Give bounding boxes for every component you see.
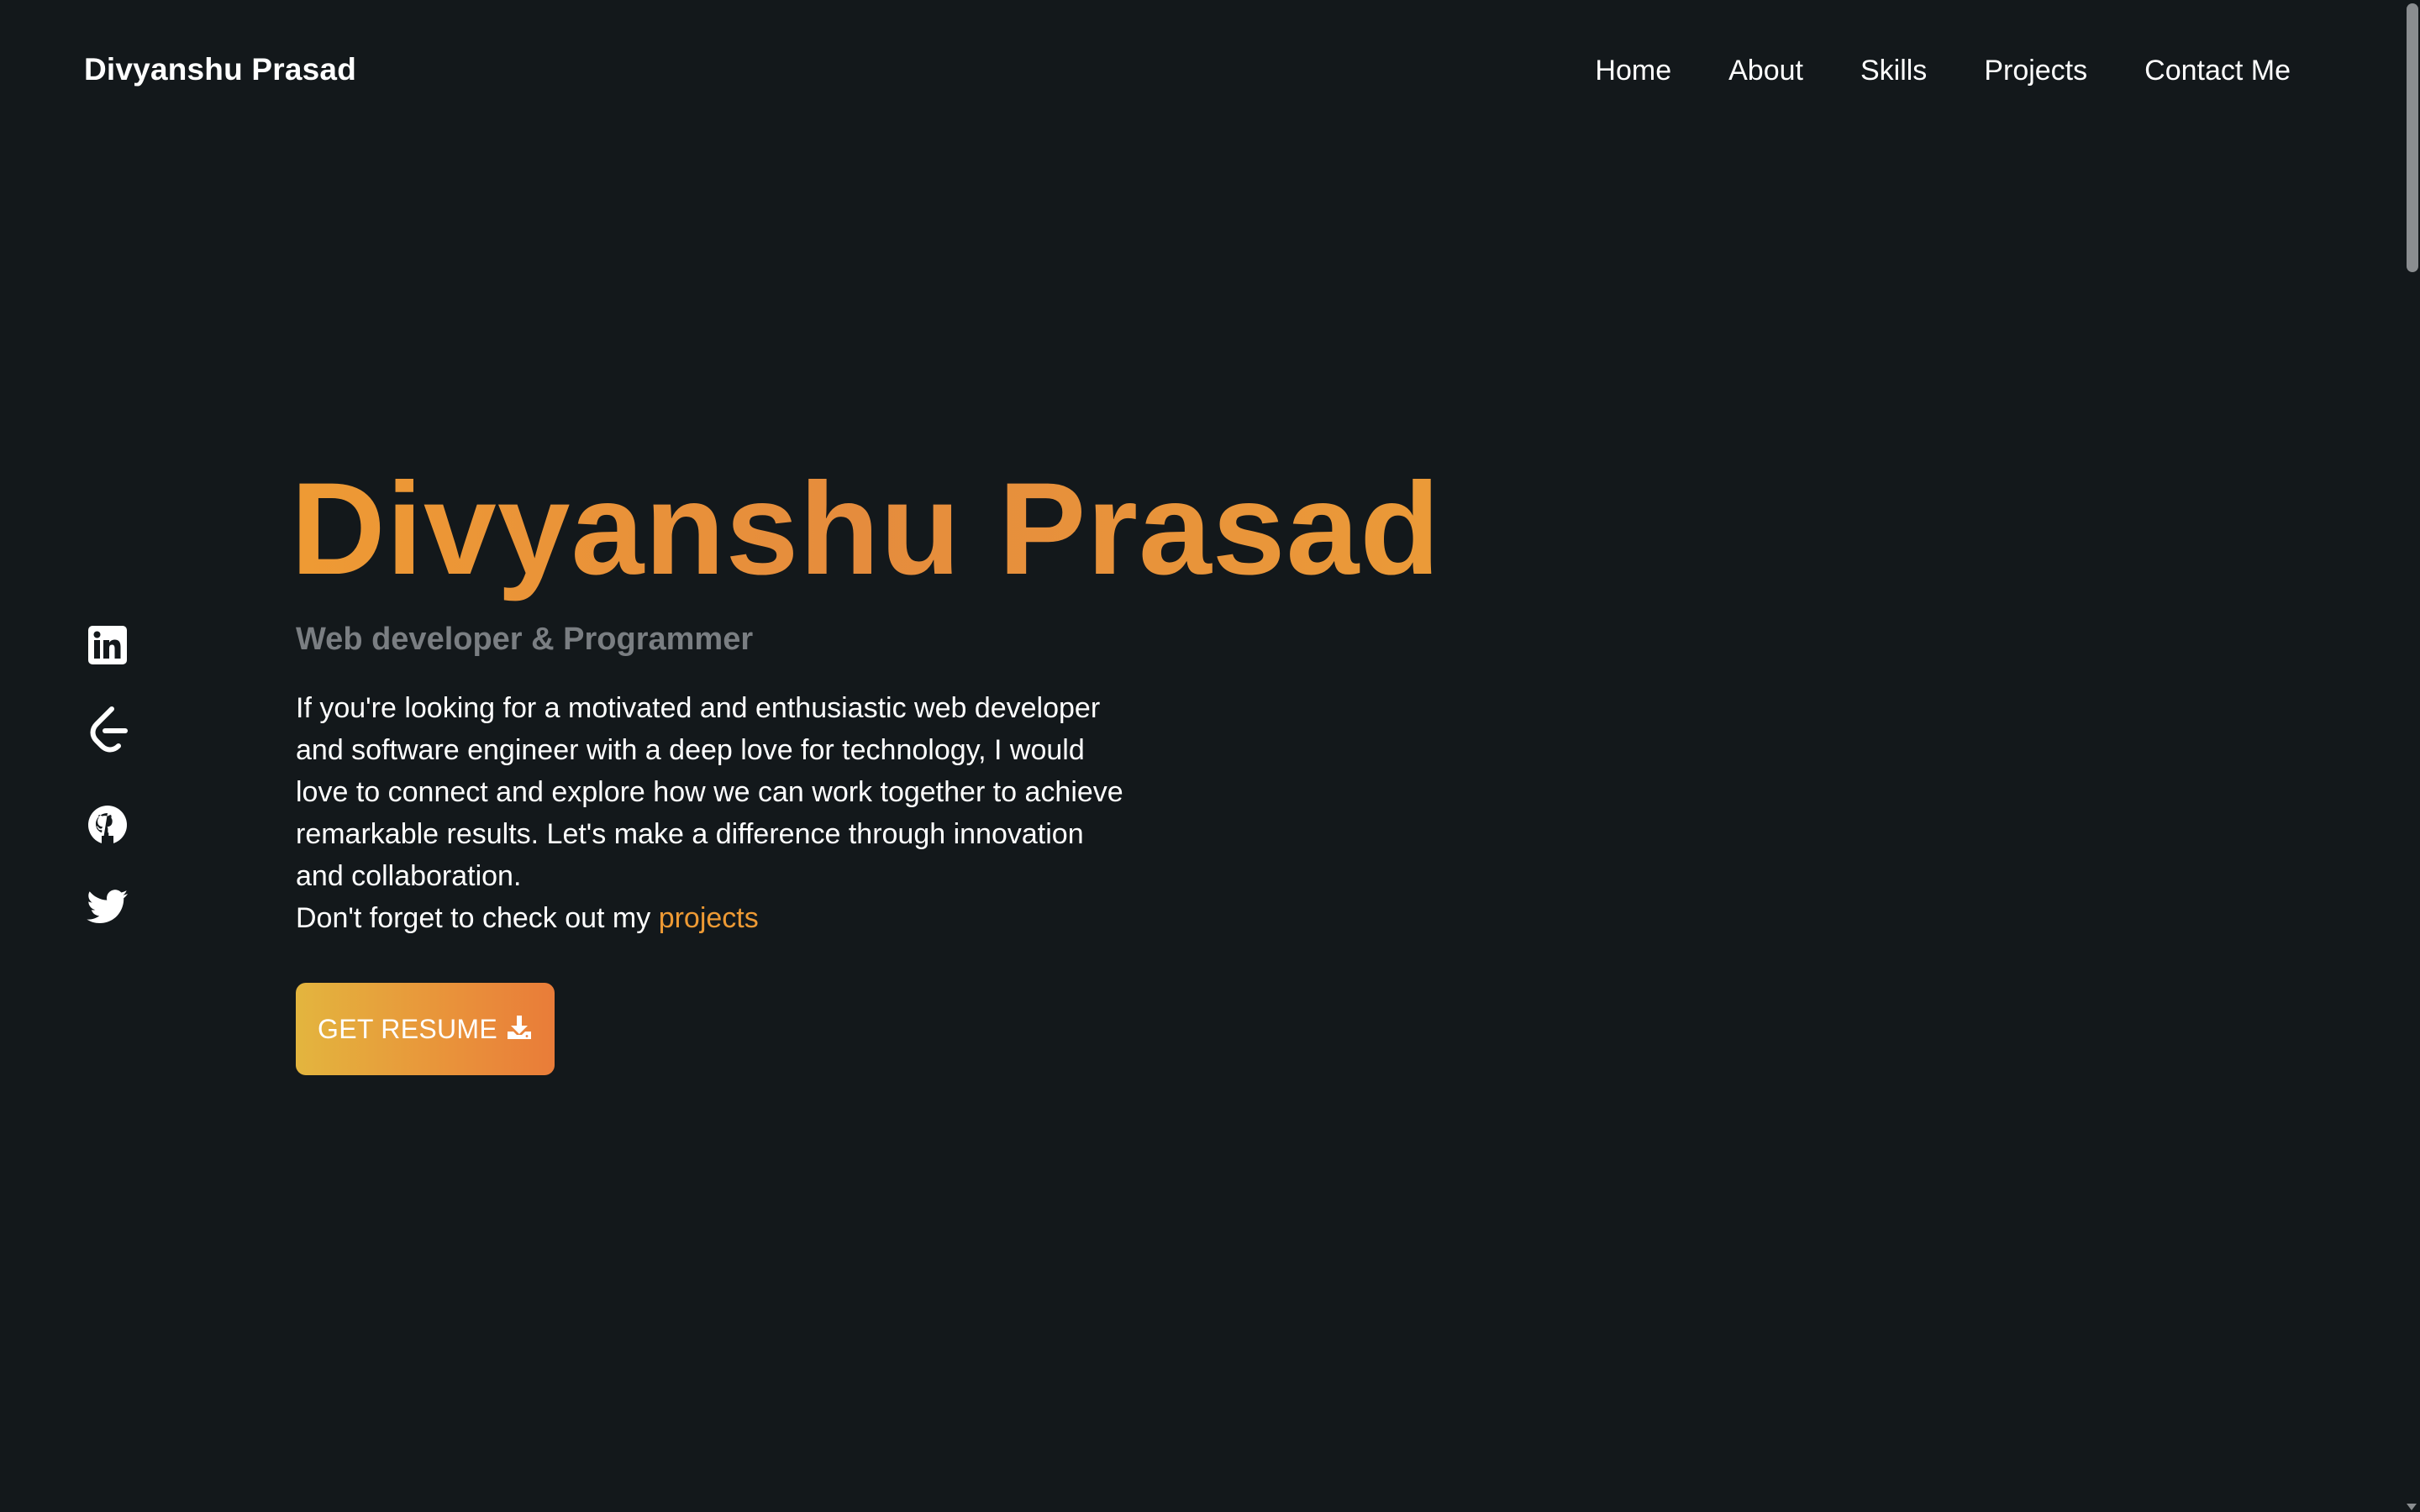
page: Divyanshu Prasad Home About Skills Proje… (0, 0, 2420, 1512)
projects-cta-line: Don't forget to check out my projects (296, 897, 759, 939)
get-resume-button[interactable]: GET RESUME (296, 983, 555, 1075)
leetcode-link[interactable] (84, 706, 131, 753)
download-icon (506, 1014, 533, 1045)
nav-about[interactable]: About (1728, 52, 1803, 89)
hero-subtitle: Web developer & Programmer (296, 622, 754, 657)
page-scrollbar[interactable] (2402, 0, 2420, 1512)
hero-description: If you're looking for a motivated and en… (296, 692, 1123, 892)
scroll-down-arrow-icon[interactable] (2407, 1504, 2417, 1510)
twitter-icon (87, 890, 129, 925)
github-icon (87, 804, 129, 846)
linkedin-icon (88, 626, 127, 664)
nav-home[interactable]: Home (1595, 52, 1671, 89)
github-link[interactable] (84, 801, 131, 848)
get-resume-label: GET RESUME (318, 1013, 497, 1044)
scrollbar-thumb[interactable] (2407, 3, 2418, 272)
projects-link[interactable]: projects (659, 902, 759, 934)
brand-logo[interactable]: Divyanshu Prasad (84, 52, 356, 87)
main-nav: Home About Skills Projects Contact Me (1538, 52, 2291, 89)
nav-contact[interactable]: Contact Me (2144, 52, 2291, 89)
twitter-link[interactable] (84, 884, 131, 931)
nav-projects[interactable]: Projects (1984, 52, 2087, 89)
leetcode-icon (87, 706, 129, 753)
linkedin-link[interactable] (84, 622, 131, 669)
hero-name: Divyanshu Prasad (291, 454, 1441, 605)
projects-cta-text: Don't forget to check out my (296, 902, 659, 934)
nav-skills[interactable]: Skills (1860, 52, 1927, 89)
